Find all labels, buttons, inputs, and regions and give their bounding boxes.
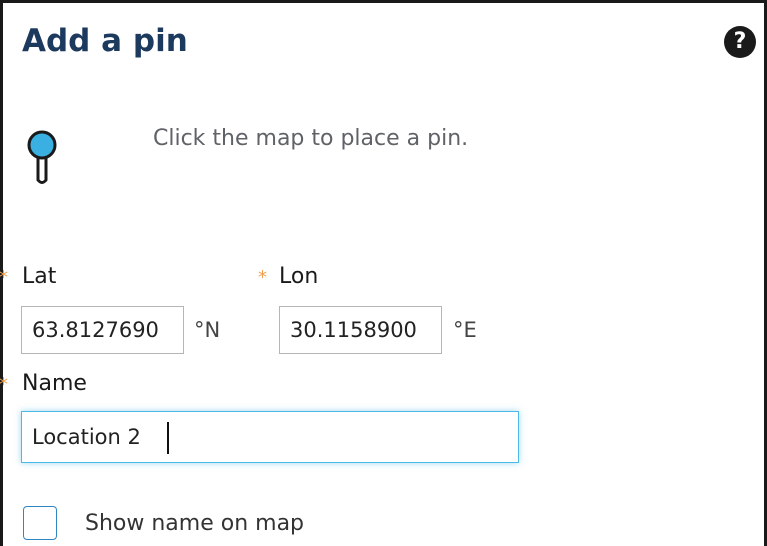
lat-input[interactable] [21, 306, 184, 354]
show-name-label[interactable]: Show name on map [85, 507, 304, 541]
panel-title: Add a pin [22, 23, 188, 59]
add-pin-panel: Add a pin ? Click the map to place a pin… [0, 0, 767, 546]
map-pin-icon [27, 130, 57, 184]
lon-required-marker: * [258, 267, 267, 288]
lat-label: Lat [22, 264, 57, 289]
help-icon-glyph: ? [733, 29, 747, 54]
show-name-checkbox[interactable] [23, 506, 57, 540]
map-pin-head [27, 130, 57, 160]
text-caret [167, 422, 169, 454]
place-pin-hint: Click the map to place a pin. [153, 126, 469, 151]
lon-unit: °E [453, 318, 477, 342]
lat-required-marker: * [0, 263, 8, 293]
name-label: Name [22, 371, 87, 396]
lon-input[interactable] [279, 306, 442, 354]
lat-unit: °N [194, 318, 221, 342]
map-pin-stem [36, 158, 48, 184]
help-icon[interactable]: ? [724, 26, 756, 58]
name-input[interactable] [21, 411, 519, 463]
lon-label: Lon [279, 264, 319, 289]
name-required-marker: * [0, 370, 8, 400]
